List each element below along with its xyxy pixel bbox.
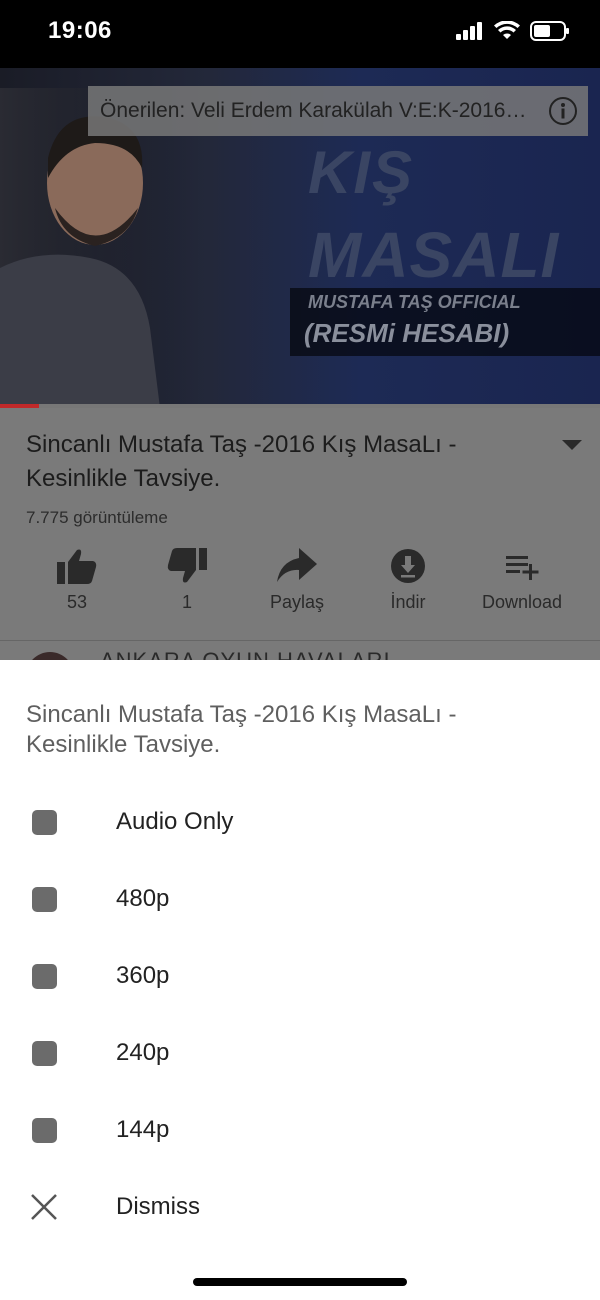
option-360p[interactable]: 360p <box>0 946 600 1006</box>
video-info-area: Sincanlı Mustafa Taş -2016 Kış MasaLı - … <box>0 408 600 700</box>
thumbs-down-icon <box>167 548 207 583</box>
download-button[interactable]: İndir <box>370 548 446 613</box>
thumbs-up-icon <box>57 549 97 584</box>
download-label: İndir <box>390 592 426 612</box>
option-label: 480p <box>116 885 170 912</box>
square-icon <box>32 886 57 912</box>
divider <box>0 640 600 641</box>
square-icon <box>32 1040 57 1066</box>
action-bar: 53 1 Paylaş İndir Download <box>20 548 580 628</box>
share-label: Paylaş <box>269 592 325 612</box>
download-options-sheet: Sincanlı Mustafa Taş -2016 Kış MasaLı - … <box>0 660 600 1300</box>
suggested-video-banner[interactable]: Önerilen: Veli Erdem Karakülah V:E:K-201… <box>88 86 588 136</box>
square-icon <box>32 1117 57 1143</box>
share-button[interactable]: Paylaş <box>254 548 340 613</box>
video-overlay-subtitle: MUSTAFA TAŞ OFFICIAL <box>308 292 521 312</box>
chevron-down-icon[interactable] <box>562 438 582 452</box>
sheet-title: Sincanlı Mustafa Taş -2016 Kış MasaLı - … <box>26 701 457 758</box>
dismiss-label: Dismiss <box>116 1193 200 1220</box>
home-indicator[interactable] <box>193 1278 407 1286</box>
video-overlay-title-line2: MASALI <box>308 219 560 291</box>
square-icon <box>32 963 57 989</box>
square-icon <box>32 809 57 835</box>
battery-icon <box>530 21 569 41</box>
option-480p[interactable]: 480p <box>0 869 600 929</box>
video-thumbnail-person <box>0 88 200 408</box>
status-time: 19:06 <box>48 17 112 44</box>
wifi-icon <box>494 21 520 39</box>
status-icons <box>456 20 570 42</box>
status-bar: 19:06 <box>0 0 600 68</box>
close-icon <box>31 1194 57 1220</box>
dismiss-button[interactable]: Dismiss <box>0 1177 600 1237</box>
info-icon[interactable] <box>548 96 578 126</box>
video-overlay-title-line1: KIŞ <box>308 139 415 206</box>
video-title: Sincanlı Mustafa Taş -2016 Kış MasaLı - … <box>26 431 457 492</box>
signal-icon <box>456 22 482 40</box>
option-audio-only[interactable]: Audio Only <box>0 792 600 852</box>
option-label: 240p <box>116 1039 170 1066</box>
download-playlist-button[interactable]: Download <box>472 548 572 613</box>
option-240p[interactable]: 240p <box>0 1023 600 1083</box>
download-alt-label: Download <box>481 592 563 612</box>
like-button[interactable]: 53 <box>40 548 114 613</box>
video-player[interactable]: KIŞ MASALI MUSTAFA TAŞ OFFICIAL (RESMi H… <box>0 68 600 408</box>
option-144p[interactable]: 144p <box>0 1100 600 1160</box>
suggested-video-text: Önerilen: Veli Erdem Karakülah V:E:K-201… <box>100 99 527 122</box>
view-count: 7.775 görüntüleme <box>26 508 168 527</box>
share-icon <box>277 548 317 582</box>
video-overlay-subtitle-2: (RESMi HESABI) <box>304 318 510 348</box>
option-label: 144p <box>116 1116 170 1143</box>
playlist-add-icon <box>506 556 539 580</box>
option-label: Audio Only <box>116 808 234 835</box>
option-label: 360p <box>116 962 170 989</box>
like-count: 53 <box>66 592 88 612</box>
download-circle-icon <box>391 549 425 583</box>
dislike-button[interactable]: 1 <box>150 548 224 613</box>
dislike-count: 1 <box>181 592 192 612</box>
